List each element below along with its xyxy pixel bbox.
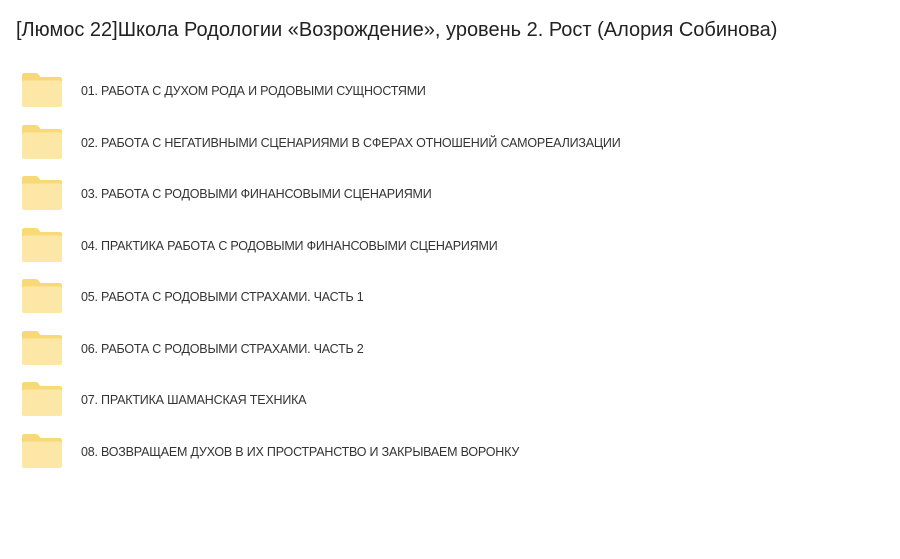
folder-name: 07. ПРАКТИКА ШАМАНСКАЯ ТЕХНИКА [81, 393, 307, 407]
folder-item[interactable]: 03. РАБОТА С РОДОВЫМИ ФИНАНСОВЫМИ СЦЕНАР… [0, 171, 900, 223]
folder-icon [22, 433, 62, 468]
folder-item[interactable]: 08. ВОЗВРАЩАЕМ ДУХОВ В ИХ ПРОСТРАНСТВО И… [0, 429, 900, 481]
folder-item[interactable]: 01. РАБОТА С ДУХОМ РОДА И РОДОВЫМИ СУЩНО… [0, 68, 900, 120]
folder-item[interactable]: 06. РАБОТА С РОДОВЫМИ СТРАХАМИ. ЧАСТЬ 2 [0, 326, 900, 378]
folder-icon [22, 279, 62, 313]
folder-icon [22, 73, 62, 107]
folder-name: 02. РАБОТА С НЕГАТИВНЫМИ СЦЕНАРИЯМИ В СФ… [81, 135, 621, 150]
folder-item[interactable]: 05. РАБОТА С РОДОВЫМИ СТРАХАМИ. ЧАСТЬ 1 [0, 274, 900, 326]
folder-icon [22, 124, 62, 159]
folder-name: 01. РАБОТА С ДУХОМ РОДА И РОДОВЫМИ СУЩНО… [81, 84, 426, 98]
folder-icon [22, 382, 62, 416]
folder-item[interactable]: 02. РАБОТА С НЕГАТИВНЫМИ СЦЕНАРИЯМИ В СФ… [0, 120, 900, 172]
folder-name: 04. ПРАКТИКА РАБОТА С РОДОВЫМИ ФИНАНСОВЫ… [81, 238, 498, 253]
folder-icon [22, 330, 62, 365]
folder-name: 05. РАБОТА С РОДОВЫМИ СТРАХАМИ. ЧАСТЬ 1 [81, 290, 364, 304]
folder-name: 08. ВОЗВРАЩАЕМ ДУХОВ В ИХ ПРОСТРАНСТВО И… [81, 444, 520, 459]
folder-icon [22, 227, 62, 262]
folder-icon [22, 176, 62, 210]
folder-name: 03. РАБОТА С РОДОВЫМИ ФИНАНСОВЫМИ СЦЕНАР… [81, 187, 432, 201]
folder-list: 01. РАБОТА С ДУХОМ РОДА И РОДОВЫМИ СУЩНО… [0, 68, 900, 480]
folder-item[interactable]: 04. ПРАКТИКА РАБОТА С РОДОВЫМИ ФИНАНСОВЫ… [0, 223, 900, 275]
page-title: [Люмос 22]Школа Родологии «Возрождение»,… [16, 19, 778, 41]
folder-name: 06. РАБОТА С РОДОВЫМИ СТРАХАМИ. ЧАСТЬ 2 [81, 341, 364, 356]
folder-item[interactable]: 07. ПРАКТИКА ШАМАНСКАЯ ТЕХНИКА [0, 377, 900, 429]
